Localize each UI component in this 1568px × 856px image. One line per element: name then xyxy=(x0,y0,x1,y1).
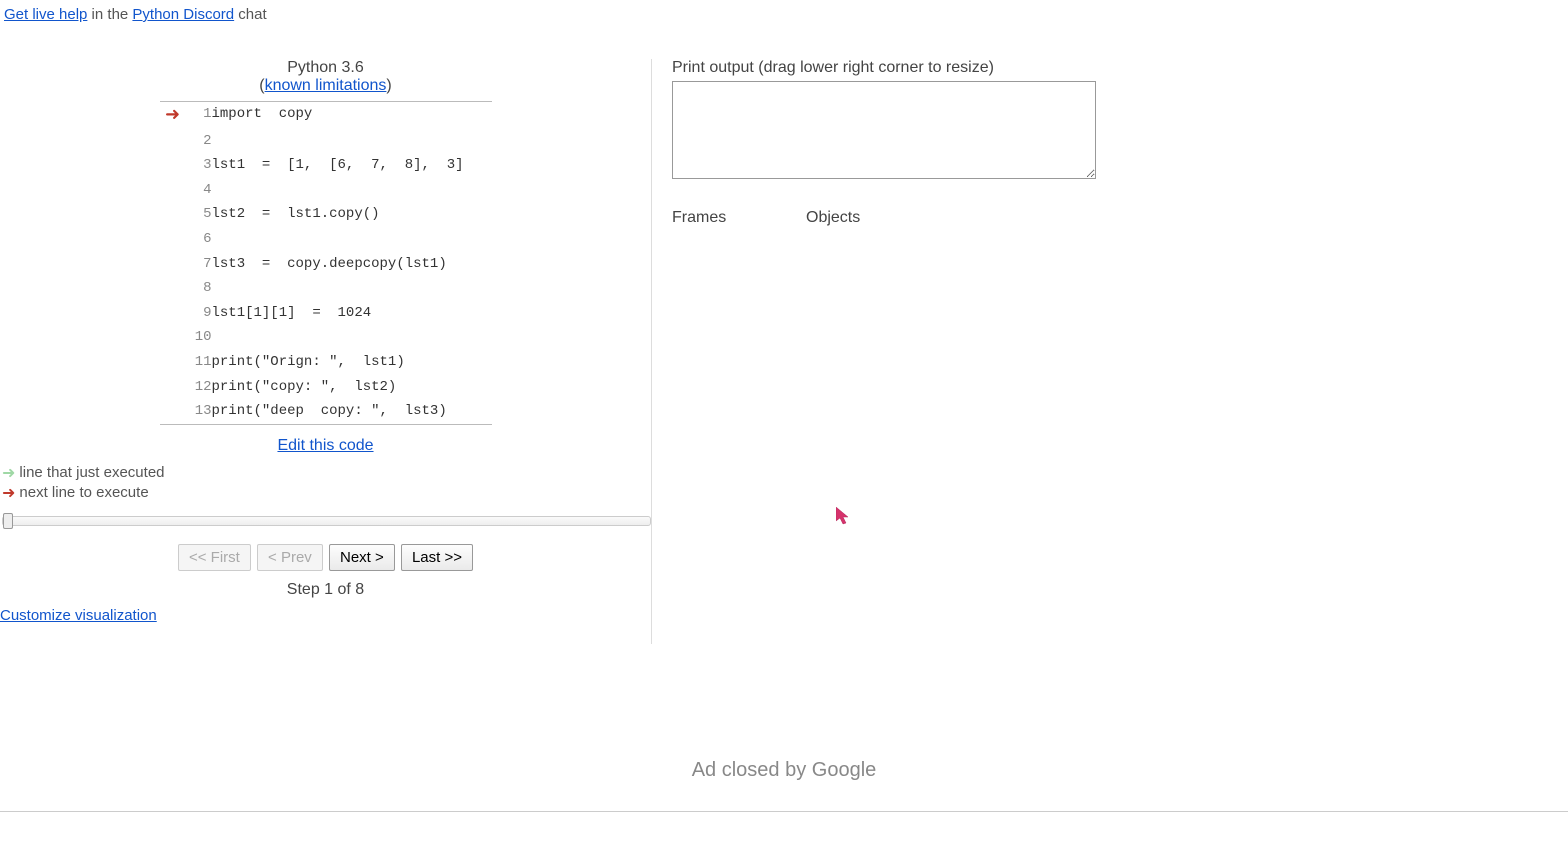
frames-heading: Frames xyxy=(672,209,806,227)
line-number: 12 xyxy=(186,375,212,400)
line-number: 10 xyxy=(186,325,212,350)
arrow-legend: ➜ line that just executed ➜ next line to… xyxy=(0,463,651,503)
paren-close: ) xyxy=(386,77,391,94)
python-discord-link[interactable]: Python Discord xyxy=(132,6,234,23)
step-controls: << First < Prev Next > Last >> xyxy=(0,544,651,571)
legend-next: next line to execute xyxy=(19,484,148,501)
execution-arrow-cell xyxy=(160,301,186,326)
execution-arrow-cell xyxy=(160,227,186,252)
banner-text-2: chat xyxy=(234,6,267,23)
customize-visualization-link[interactable]: Customize visualization xyxy=(0,607,157,624)
print-output-area[interactable] xyxy=(672,81,1096,179)
banner-text-1: in the xyxy=(87,6,132,23)
code-line xyxy=(212,325,492,350)
first-button[interactable]: << First xyxy=(178,544,251,571)
execution-arrow-cell xyxy=(160,202,186,227)
ad-closed-text: Ad closed by xyxy=(692,759,812,781)
line-number: 11 xyxy=(186,350,212,375)
line-number: 3 xyxy=(186,153,212,178)
code-line xyxy=(212,129,492,154)
top-help-banner: Get live help in the Python Discord chat xyxy=(0,0,1568,29)
next-line-arrow-icon: ➜ xyxy=(165,102,180,127)
execution-arrow-cell xyxy=(160,129,186,154)
output-panel: Print output (drag lower right corner to… xyxy=(652,59,1096,644)
code-line xyxy=(212,227,492,252)
line-number: 8 xyxy=(186,276,212,301)
code-line: print("copy: ", lst2) xyxy=(212,375,492,400)
known-limitations-link[interactable]: known limitations xyxy=(265,77,387,94)
code-line: lst3 = copy.deepcopy(lst1) xyxy=(212,252,492,277)
line-number: 2 xyxy=(186,129,212,154)
code-line xyxy=(212,276,492,301)
code-display: ➜1import copy23lst1 = [1, [6, 7, 8], 3]4… xyxy=(160,101,492,425)
legend-executed: line that just executed xyxy=(19,464,164,481)
live-help-link[interactable]: Get live help xyxy=(4,6,87,23)
line-number: 5 xyxy=(186,202,212,227)
line-number: 7 xyxy=(186,252,212,277)
execution-arrow-cell xyxy=(160,178,186,203)
edit-code-link[interactable]: Edit this code xyxy=(277,437,373,454)
code-line: import copy xyxy=(212,102,492,129)
arrow-red-icon: ➜ xyxy=(2,483,15,503)
execution-arrow-cell xyxy=(160,153,186,178)
arrow-green-icon: ➜ xyxy=(2,463,15,483)
ad-closed-notice: Ad closed by Google xyxy=(0,759,1568,782)
line-number: 6 xyxy=(186,227,212,252)
code-line: lst1 = [1, [6, 7, 8], 3] xyxy=(212,153,492,178)
step-slider[interactable] xyxy=(2,516,651,526)
line-number: 4 xyxy=(186,178,212,203)
print-output-label: Print output (drag lower right corner to… xyxy=(672,59,1096,77)
execution-arrow-cell xyxy=(160,350,186,375)
execution-arrow-cell xyxy=(160,276,186,301)
code-line xyxy=(212,178,492,203)
language-label: Python 3.6 xyxy=(0,59,651,77)
execution-arrow-cell xyxy=(160,375,186,400)
line-number: 13 xyxy=(186,399,212,424)
execution-arrow-cell xyxy=(160,399,186,424)
step-label: Step 1 of 8 xyxy=(0,581,651,599)
line-number: 1 xyxy=(186,102,212,129)
code-line: lst1[1][1] = 1024 xyxy=(212,301,492,326)
google-label: Google xyxy=(812,759,877,781)
code-line: print("Orign: ", lst1) xyxy=(212,350,492,375)
objects-heading: Objects xyxy=(806,209,860,227)
code-line: print("deep copy: ", lst3) xyxy=(212,399,492,424)
execution-arrow-cell xyxy=(160,325,186,350)
code-line: lst2 = lst1.copy() xyxy=(212,202,492,227)
next-button[interactable]: Next > xyxy=(329,544,395,571)
code-panel: Python 3.6 (known limitations) ➜1import … xyxy=(0,59,652,644)
line-number: 9 xyxy=(186,301,212,326)
execution-arrow-cell: ➜ xyxy=(160,102,186,129)
prev-button[interactable]: < Prev xyxy=(257,544,323,571)
footer-separator xyxy=(0,811,1568,812)
execution-arrow-cell xyxy=(160,252,186,277)
last-button[interactable]: Last >> xyxy=(401,544,473,571)
